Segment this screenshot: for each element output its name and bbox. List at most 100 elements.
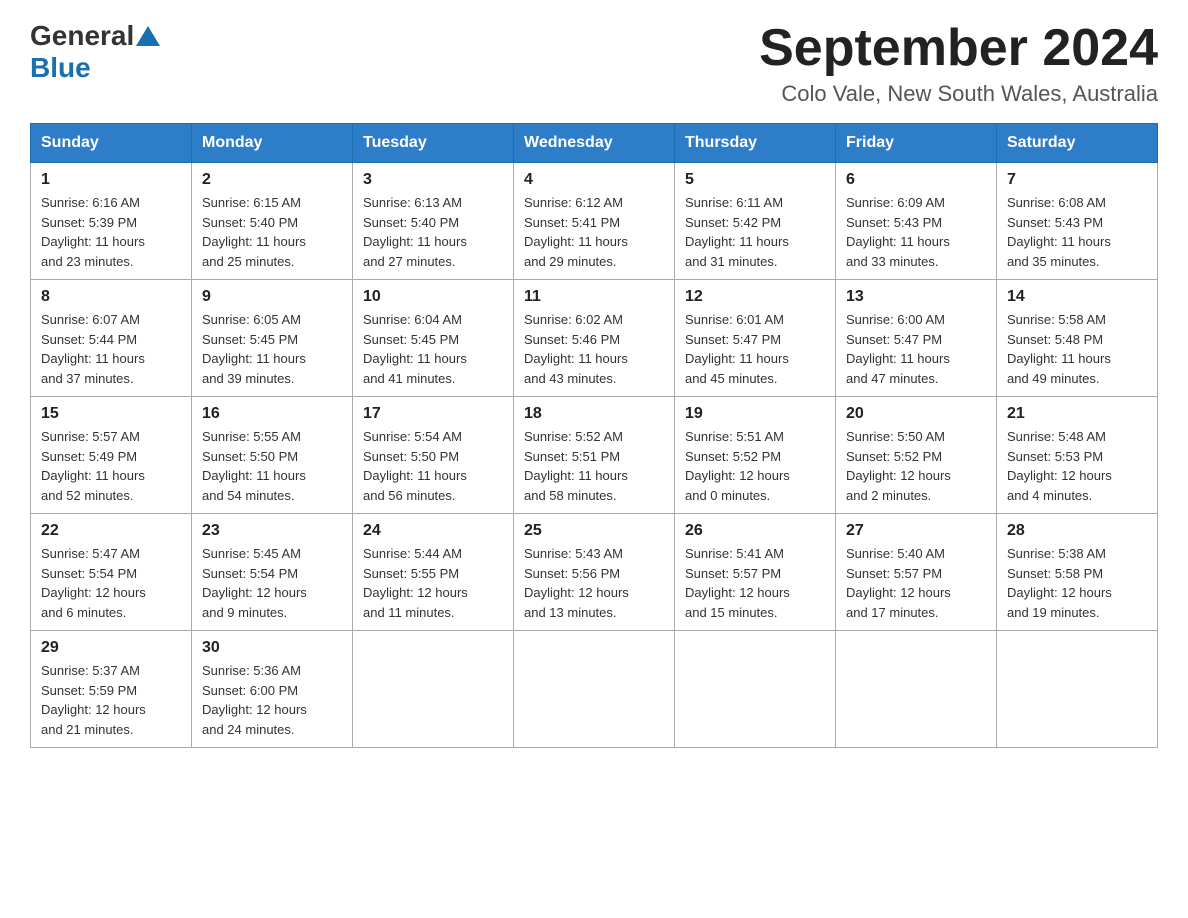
col-wednesday: Wednesday: [514, 124, 675, 163]
table-row: 1 Sunrise: 6:16 AMSunset: 5:39 PMDaylight…: [31, 163, 192, 280]
day-number: 6: [846, 171, 986, 189]
table-row: 21 Sunrise: 5:48 AMSunset: 5:53 PMDayligh…: [997, 397, 1158, 514]
table-row: 7 Sunrise: 6:08 AMSunset: 5:43 PMDaylight…: [997, 163, 1158, 280]
calendar-week-row: 8Sunrise: 6:07 AMSunset: 5:44 PMDaylight…: [31, 280, 1158, 397]
day-number: 20: [846, 405, 986, 423]
table-row: 30Sunrise: 5:36 AMSunset: 6:00 PMDayligh…: [192, 631, 353, 748]
day-info: Sunrise: 5:48 AMSunset: 5:53 PMDaylight:…: [1007, 427, 1147, 505]
day-info: Sunrise: 6:13 AMSunset: 5:40 PMDaylight:…: [363, 193, 503, 271]
col-sunday: Sunday: [31, 124, 192, 163]
day-info: Sunrise: 5:40 AMSunset: 5:57 PMDaylight:…: [846, 544, 986, 622]
table-row: 26 Sunrise: 5:41 AMSunset: 5:57 PMDayligh…: [675, 514, 836, 631]
calendar-table: Sunday Monday Tuesday Wednesday Thursday…: [30, 123, 1158, 748]
table-row: 8Sunrise: 6:07 AMSunset: 5:44 PMDaylight…: [31, 280, 192, 397]
table-row: 2 Sunrise: 6:15 AMSunset: 5:40 PMDaylight…: [192, 163, 353, 280]
day-info: Sunrise: 5:54 AMSunset: 5:50 PMDaylight:…: [363, 427, 503, 505]
day-info: Sunrise: 6:15 AMSunset: 5:40 PMDaylight:…: [202, 193, 342, 271]
table-row: 28 Sunrise: 5:38 AMSunset: 5:58 PMDayligh…: [997, 514, 1158, 631]
table-row: 23 Sunrise: 5:45 AMSunset: 5:54 PMDayligh…: [192, 514, 353, 631]
day-number: 29: [41, 639, 181, 657]
day-info: Sunrise: 5:37 AMSunset: 5:59 PMDaylight:…: [41, 661, 181, 739]
day-info: Sunrise: 5:52 AMSunset: 5:51 PMDaylight:…: [524, 427, 664, 505]
day-info: Sunrise: 5:38 AMSunset: 5:58 PMDaylight:…: [1007, 544, 1147, 622]
day-number: 10: [363, 288, 503, 306]
table-row: [675, 631, 836, 748]
table-row: 16 Sunrise: 5:55 AMSunset: 5:50 PMDayligh…: [192, 397, 353, 514]
day-number: 3: [363, 171, 503, 189]
day-number: 18: [524, 405, 664, 423]
day-number: 26: [685, 522, 825, 540]
day-info: Sunrise: 6:05 AMSunset: 5:45 PMDaylight:…: [202, 310, 342, 388]
table-row: 17Sunrise: 5:54 AMSunset: 5:50 PMDayligh…: [353, 397, 514, 514]
table-row: 20 Sunrise: 5:50 AMSunset: 5:52 PMDayligh…: [836, 397, 997, 514]
table-row: 25 Sunrise: 5:43 AMSunset: 5:56 PMDayligh…: [514, 514, 675, 631]
day-number: 11: [524, 288, 664, 306]
day-info: Sunrise: 5:55 AMSunset: 5:50 PMDaylight:…: [202, 427, 342, 505]
table-row: 13Sunrise: 6:00 AMSunset: 5:47 PMDayligh…: [836, 280, 997, 397]
table-row: [353, 631, 514, 748]
table-row: 9 Sunrise: 6:05 AMSunset: 5:45 PMDaylight…: [192, 280, 353, 397]
day-number: 5: [685, 171, 825, 189]
table-row: 15Sunrise: 5:57 AMSunset: 5:49 PMDayligh…: [31, 397, 192, 514]
day-number: 13: [846, 288, 986, 306]
table-row: 24 Sunrise: 5:44 AMSunset: 5:55 PMDayligh…: [353, 514, 514, 631]
table-row: 14 Sunrise: 5:58 AMSunset: 5:48 PMDayligh…: [997, 280, 1158, 397]
table-row: 27 Sunrise: 5:40 AMSunset: 5:57 PMDayligh…: [836, 514, 997, 631]
calendar-week-row: 1 Sunrise: 6:16 AMSunset: 5:39 PMDaylight…: [31, 163, 1158, 280]
calendar-header-row: Sunday Monday Tuesday Wednesday Thursday…: [31, 124, 1158, 163]
day-number: 7: [1007, 171, 1147, 189]
table-row: 12 Sunrise: 6:01 AMSunset: 5:47 PMDayligh…: [675, 280, 836, 397]
logo-general-text: General: [30, 20, 134, 52]
day-info: Sunrise: 6:01 AMSunset: 5:47 PMDaylight:…: [685, 310, 825, 388]
day-number: 23: [202, 522, 342, 540]
day-info: Sunrise: 5:44 AMSunset: 5:55 PMDaylight:…: [363, 544, 503, 622]
day-number: 8: [41, 288, 181, 306]
day-number: 24: [363, 522, 503, 540]
logo: General Blue: [30, 20, 162, 84]
table-row: 4 Sunrise: 6:12 AMSunset: 5:41 PMDaylight…: [514, 163, 675, 280]
day-number: 1: [41, 171, 181, 189]
day-info: Sunrise: 6:12 AMSunset: 5:41 PMDaylight:…: [524, 193, 664, 271]
calendar-week-row: 15Sunrise: 5:57 AMSunset: 5:49 PMDayligh…: [31, 397, 1158, 514]
day-number: 16: [202, 405, 342, 423]
logo-triangle-icon: [136, 26, 160, 46]
day-number: 9: [202, 288, 342, 306]
day-info: Sunrise: 5:47 AMSunset: 5:54 PMDaylight:…: [41, 544, 181, 622]
day-number: 28: [1007, 522, 1147, 540]
day-number: 12: [685, 288, 825, 306]
table-row: 10Sunrise: 6:04 AMSunset: 5:45 PMDayligh…: [353, 280, 514, 397]
table-row: [514, 631, 675, 748]
page-header: General Blue September 2024 Colo Vale, N…: [30, 20, 1158, 107]
table-row: 18 Sunrise: 5:52 AMSunset: 5:51 PMDayligh…: [514, 397, 675, 514]
table-row: 19Sunrise: 5:51 AMSunset: 5:52 PMDayligh…: [675, 397, 836, 514]
day-number: 14: [1007, 288, 1147, 306]
col-friday: Friday: [836, 124, 997, 163]
day-info: Sunrise: 5:43 AMSunset: 5:56 PMDaylight:…: [524, 544, 664, 622]
table-row: 11Sunrise: 6:02 AMSunset: 5:46 PMDayligh…: [514, 280, 675, 397]
day-info: Sunrise: 6:11 AMSunset: 5:42 PMDaylight:…: [685, 193, 825, 271]
day-number: 21: [1007, 405, 1147, 423]
month-title: September 2024: [759, 20, 1158, 77]
day-number: 30: [202, 639, 342, 657]
location-subtitle: Colo Vale, New South Wales, Australia: [759, 81, 1158, 107]
table-row: [997, 631, 1158, 748]
day-info: Sunrise: 5:45 AMSunset: 5:54 PMDaylight:…: [202, 544, 342, 622]
day-number: 4: [524, 171, 664, 189]
day-info: Sunrise: 5:58 AMSunset: 5:48 PMDaylight:…: [1007, 310, 1147, 388]
day-number: 2: [202, 171, 342, 189]
day-number: 19: [685, 405, 825, 423]
calendar-week-row: 22Sunrise: 5:47 AMSunset: 5:54 PMDayligh…: [31, 514, 1158, 631]
table-row: 29 Sunrise: 5:37 AMSunset: 5:59 PMDayligh…: [31, 631, 192, 748]
day-number: 25: [524, 522, 664, 540]
day-info: Sunrise: 6:16 AMSunset: 5:39 PMDaylight:…: [41, 193, 181, 271]
day-number: 15: [41, 405, 181, 423]
day-number: 27: [846, 522, 986, 540]
calendar-week-row: 29 Sunrise: 5:37 AMSunset: 5:59 PMDayligh…: [31, 631, 1158, 748]
table-row: 22Sunrise: 5:47 AMSunset: 5:54 PMDayligh…: [31, 514, 192, 631]
day-info: Sunrise: 6:09 AMSunset: 5:43 PMDaylight:…: [846, 193, 986, 271]
day-info: Sunrise: 5:50 AMSunset: 5:52 PMDaylight:…: [846, 427, 986, 505]
day-info: Sunrise: 6:08 AMSunset: 5:43 PMDaylight:…: [1007, 193, 1147, 271]
col-thursday: Thursday: [675, 124, 836, 163]
day-info: Sunrise: 5:41 AMSunset: 5:57 PMDaylight:…: [685, 544, 825, 622]
table-row: 6 Sunrise: 6:09 AMSunset: 5:43 PMDaylight…: [836, 163, 997, 280]
